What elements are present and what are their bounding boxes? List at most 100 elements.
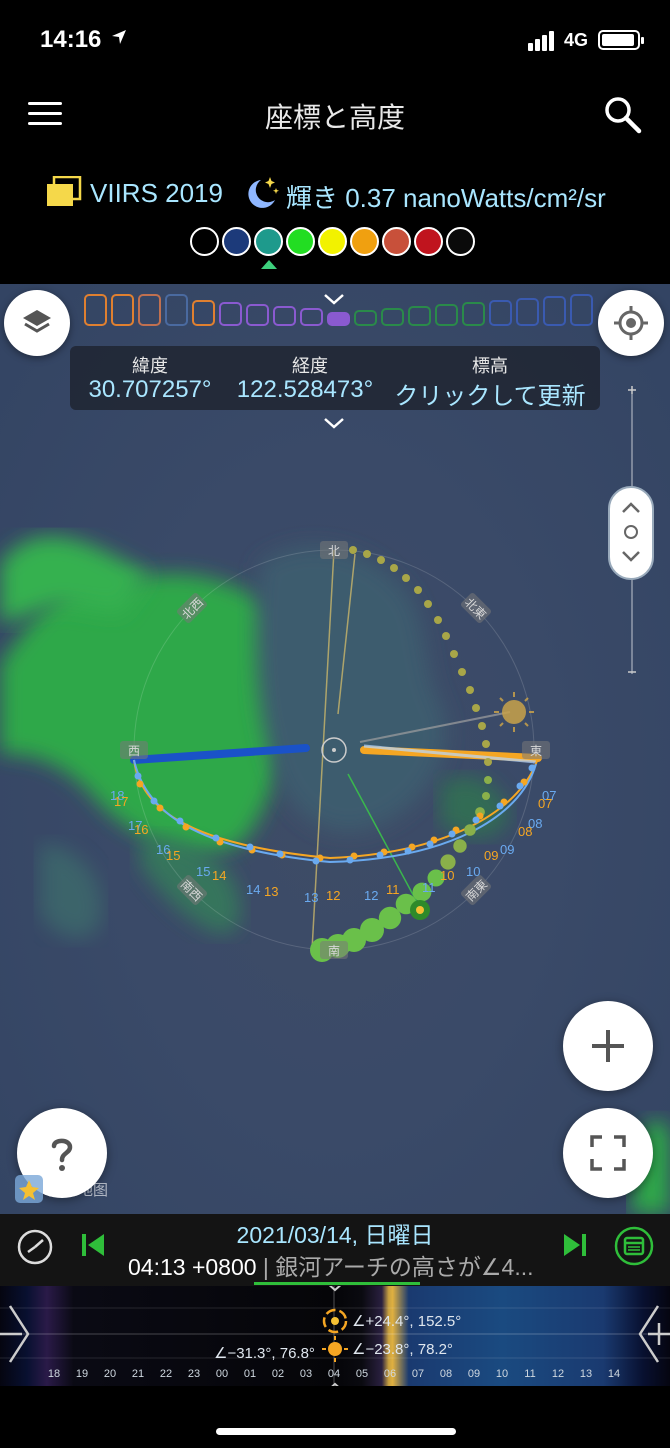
- layers-square-icon[interactable]: [46, 176, 82, 208]
- page-title: 座標と高度: [264, 102, 405, 133]
- galaxy-arch-dot: [424, 600, 432, 608]
- network-type: 4G: [564, 30, 589, 50]
- legend-box: [543, 296, 566, 326]
- sun-readout: ∠−23.8°, 78.2°: [352, 1341, 453, 1358]
- status-bar: 14:16 4G: [0, 0, 670, 80]
- moon-path-dot: [426, 840, 434, 848]
- timeline-hour-label: 13: [579, 1368, 593, 1380]
- timeline-hour-label: 06: [383, 1368, 397, 1380]
- crosshair-icon: [614, 306, 648, 340]
- map-provider-watermark: 高德地图: [14, 1174, 108, 1204]
- timeline-collapse-left-icon[interactable]: [0, 1286, 36, 1386]
- layer-label[interactable]: VIIRS 2019: [90, 178, 223, 209]
- legend-box: [165, 294, 188, 326]
- longitude-label: 経度: [292, 356, 328, 376]
- moon-path-dot: [404, 847, 412, 855]
- timeline-hour-label: 00: [215, 1368, 229, 1380]
- search-icon[interactable]: [602, 94, 644, 136]
- color-swatch[interactable]: [190, 227, 219, 256]
- elevation-update-link[interactable]: クリックして更新: [390, 376, 590, 411]
- sun-hour-label: 07: [538, 796, 553, 811]
- timeline-hour-label: 08: [439, 1368, 453, 1380]
- compass-label-west: 西: [128, 744, 140, 758]
- compass-label-south: 南: [328, 943, 340, 958]
- zoom-handle-icon: [622, 502, 640, 562]
- time-display[interactable]: 04:13 +0800 | 銀河アーチの高さが∠4...: [128, 1248, 534, 1282]
- timeline-hour-label: 23: [187, 1368, 201, 1380]
- color-swatch[interactable]: [350, 227, 379, 256]
- galaxy-arch-dot: [390, 564, 398, 572]
- zoom-slider-handle[interactable]: [608, 486, 654, 580]
- timeline-hour-label: 12: [551, 1368, 565, 1380]
- sun-hour-label: 13: [264, 884, 279, 899]
- layers-button[interactable]: [4, 290, 70, 356]
- timeline-hour-label: 19: [75, 1368, 89, 1380]
- timeline-add-right-icon[interactable]: [630, 1286, 670, 1386]
- time-bar-underline: [254, 1282, 420, 1285]
- timeline-hour-label: 07: [411, 1368, 425, 1380]
- legend-box: [219, 302, 242, 326]
- moon-path-dot: [448, 830, 456, 838]
- legend-box: [111, 294, 134, 326]
- color-swatch[interactable]: [286, 227, 315, 256]
- moon-hour-label: 15: [196, 864, 211, 879]
- galaxy-readout: ∠+24.4°, 152.5°: [352, 1313, 462, 1330]
- my-location-button[interactable]: [598, 290, 664, 356]
- calendar-icon[interactable]: [614, 1226, 654, 1266]
- next-day-icon[interactable]: [562, 1232, 588, 1258]
- moon-path-dot: [516, 782, 524, 790]
- brightness-label: 輝き 0.37 nanoWatts/cm²/sr: [286, 183, 606, 213]
- map-view[interactable]: 北南東西北東 北西 南東 南西 18 17 16 15 14 13 12 11 10 09 08 07 17 1…: [0, 284, 670, 1214]
- galaxy-arch-dot: [472, 704, 480, 712]
- legend-box: [435, 304, 458, 326]
- add-pin-button[interactable]: [563, 1001, 653, 1091]
- moon-path-dot: [134, 772, 142, 780]
- legend-box: [300, 308, 323, 326]
- galaxy-position-icon: [410, 900, 430, 920]
- legend-box: [327, 312, 350, 326]
- sun-hour-label: 11: [386, 882, 400, 897]
- timeline-hour-label: 18: [47, 1368, 61, 1380]
- signal-icon: [528, 31, 554, 51]
- color-swatch[interactable]: [318, 227, 347, 256]
- moon-path-dot: [472, 816, 480, 824]
- latitude-label: 緯度: [132, 356, 168, 376]
- color-swatch[interactable]: [254, 227, 283, 256]
- galaxy-arch-dot: [484, 758, 492, 766]
- timeline-hour-label: 05: [355, 1368, 369, 1380]
- moon-path-dot: [346, 856, 354, 864]
- sun-hour-label: 09: [484, 848, 499, 863]
- color-swatch[interactable]: [446, 227, 475, 256]
- timeline-hour-ticks: 18 19 20 21 22 23 00 01 02 03 04 05 06 07 08 09 10 11 12 13…: [40, 1368, 628, 1380]
- galaxy-arch-dot: [466, 686, 474, 694]
- fullscreen-button[interactable]: [563, 1108, 653, 1198]
- timeline-hour-label: 02: [271, 1368, 285, 1380]
- timeline-hour-label: 01: [243, 1368, 257, 1380]
- moon-path-dot: [246, 843, 254, 851]
- galaxy-arch-dot: [349, 546, 357, 554]
- moon-hour-label: 11: [422, 880, 436, 895]
- layer-info-bar: VIIRS 2019 輝き 0.37 nanoWatts/cm²/sr: [0, 150, 670, 284]
- app-header: 座標と高度: [0, 80, 670, 150]
- color-swatch[interactable]: [382, 227, 411, 256]
- color-swatch[interactable]: [414, 227, 443, 256]
- galaxy-arch-dot: [377, 556, 385, 564]
- timeline-top-chevron-icon[interactable]: [324, 1286, 346, 1292]
- timeline-scrubber[interactable]: ∠+24.4°, 152.5° ∠−31.3°, 76.8° ∠−23.8°, …: [0, 1286, 670, 1386]
- moon-hour-label: 13: [304, 890, 319, 905]
- question-icon: [51, 1138, 73, 1171]
- galaxy-arch-dot: [414, 586, 422, 594]
- sun-hour-label: 17: [114, 794, 129, 809]
- collapse-chevron-icon[interactable]: [322, 292, 346, 306]
- timeline-hour-label: 20: [103, 1368, 117, 1380]
- legend-box: [516, 298, 539, 326]
- zoom-plus-tick: [628, 386, 636, 394]
- home-indicator[interactable]: [216, 1428, 456, 1435]
- timeline-hour-label: 21: [131, 1368, 145, 1380]
- galaxy-arch-dot: [453, 839, 467, 853]
- sun-position-icon: [494, 692, 534, 732]
- plus-icon: [592, 1030, 624, 1062]
- latitude-value: 30.707257°: [88, 376, 212, 403]
- expand-chevron-icon[interactable]: [322, 416, 346, 430]
- color-swatch[interactable]: [222, 227, 251, 256]
